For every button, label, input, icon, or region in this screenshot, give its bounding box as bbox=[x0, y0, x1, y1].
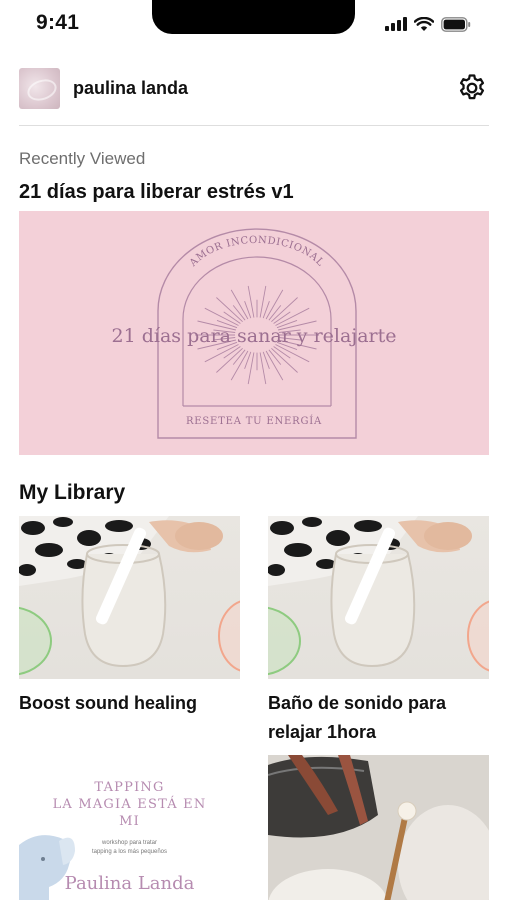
cover-footer-text: RESETEA TU ENERGÍA bbox=[185, 416, 323, 427]
device-notch bbox=[152, 0, 355, 34]
sunburst-ray bbox=[216, 347, 243, 373]
sound-bowls-thumbnail bbox=[19, 516, 240, 679]
sunburst-ray bbox=[204, 344, 239, 363]
library-card-title: Boost sound healing bbox=[19, 693, 197, 713]
cover-headline: 21 días para sanar y relajarte bbox=[111, 325, 397, 347]
recent-item-title[interactable]: 21 días para liberar estrés v1 bbox=[19, 181, 294, 204]
gear-icon bbox=[459, 74, 485, 100]
recently-viewed-label: Recently Viewed bbox=[19, 149, 146, 168]
settings-button[interactable] bbox=[455, 71, 489, 105]
library-card-title: Baño de sonido para relajar 1hora bbox=[268, 693, 447, 742]
my-library-title: My Library bbox=[19, 481, 126, 504]
status-time: 9:41 bbox=[36, 11, 80, 34]
sunburst-ray bbox=[204, 307, 239, 326]
wifi-icon bbox=[414, 16, 434, 31]
profile-header: paulina landa bbox=[19, 68, 489, 110]
header-divider bbox=[19, 125, 489, 126]
status-bar: 9:41 bbox=[0, 0, 507, 50]
avatar[interactable] bbox=[19, 68, 60, 109]
status-icons bbox=[385, 15, 471, 33]
cellular-signal-icon bbox=[385, 17, 407, 31]
sunburst-ray bbox=[275, 307, 310, 326]
tapping-cover-thumbnail: TAPPING LA MAGIA ESTÁ EN MI workshop par… bbox=[19, 755, 240, 900]
tapping-cover-subtitle: workshop para tratar tapping a los más p… bbox=[91, 840, 168, 855]
user-name: paulina landa bbox=[73, 78, 189, 98]
singing-bowl-thumbnail bbox=[268, 755, 489, 900]
sound-bowls-thumbnail bbox=[268, 516, 489, 679]
battery-icon bbox=[441, 16, 471, 32]
tapping-cover-name: Paulina Landa bbox=[64, 873, 195, 894]
recent-item-cover[interactable]: AMOR INCONDICIONAL 21 días para sanar y … bbox=[19, 211, 489, 455]
sunburst-ray bbox=[271, 297, 298, 323]
sunburst-ray bbox=[271, 347, 298, 373]
sunburst-ray bbox=[275, 344, 310, 363]
sunburst-ray bbox=[216, 297, 243, 323]
tapping-cover-title: TAPPING LA MAGIA ESTÁ EN MI bbox=[52, 780, 207, 829]
